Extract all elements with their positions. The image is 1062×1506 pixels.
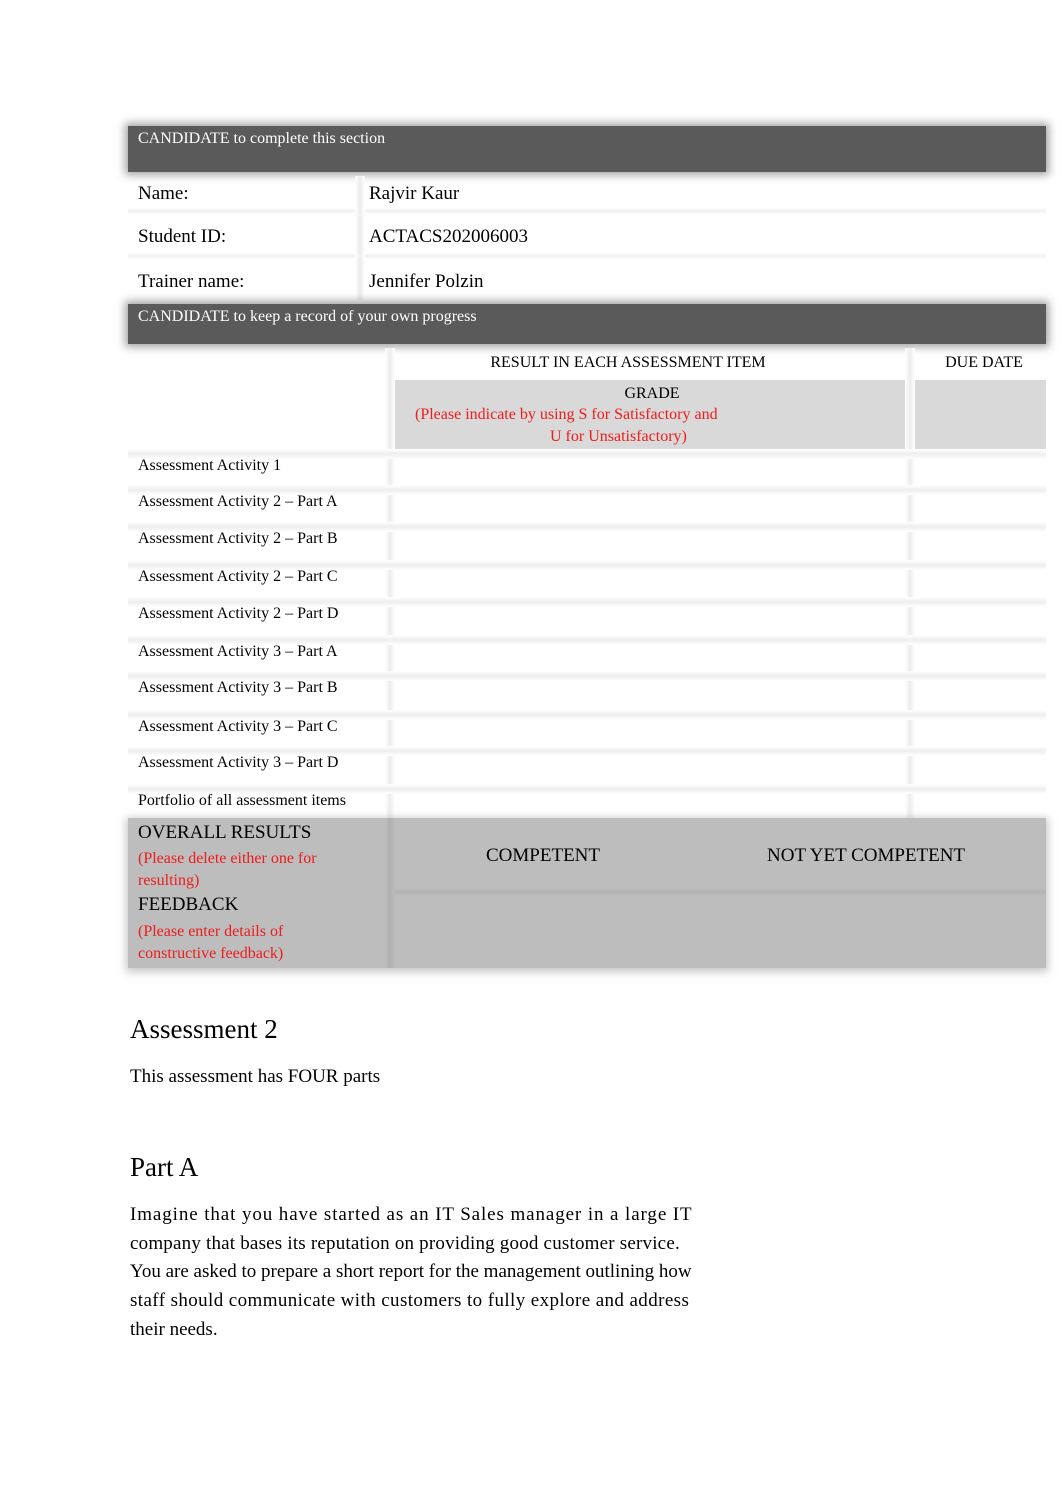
due-date-cell[interactable] <box>920 568 1046 594</box>
result-column-header: RESULT IN EACH ASSESSMENT ITEM <box>490 354 766 371</box>
trainer-name-value[interactable]: Jennifer Polzin <box>369 271 484 293</box>
assessment-title: Assessment 2 <box>130 1014 278 1044</box>
due-date-column-header: DUE DATE <box>945 354 1023 371</box>
overall-note-line-1: (Please delete either one for <box>138 850 317 867</box>
grade-cell[interactable] <box>400 754 900 780</box>
activity-label: Assessment Activity 3 – Part A <box>138 643 338 660</box>
overall-note-line-2: resulting) <box>138 872 200 889</box>
row-divider <box>128 208 1046 214</box>
feedback-note-line-1: (Please enter details of <box>138 923 284 940</box>
activity-label: Assessment Activity 1 <box>138 457 282 474</box>
column-divider <box>355 176 365 300</box>
paragraph-line: company that bases its reputation on pro… <box>130 1232 680 1254</box>
competent-option[interactable]: COMPETENT <box>486 845 600 867</box>
due-date-cell[interactable] <box>920 718 1046 744</box>
grade-cell[interactable] <box>400 792 900 818</box>
paragraph-line: their needs. <box>130 1319 218 1340</box>
name-value[interactable]: Rajvir Kaur <box>369 183 459 205</box>
due-date-cell[interactable] <box>920 530 1046 556</box>
grade-cell[interactable] <box>400 493 900 519</box>
due-date-cell[interactable] <box>920 792 1046 818</box>
activity-label: Assessment Activity 2 – Part A <box>138 493 338 510</box>
overall-results-label: OVERALL RESULTS <box>138 822 312 843</box>
due-date-cell[interactable] <box>920 679 1046 705</box>
grade-label: GRADE <box>624 385 680 402</box>
part-a-description: Imagine that you have started as an IT S… <box>130 1201 788 1345</box>
activity-label: Assessment Activity 2 – Part C <box>138 568 338 585</box>
activity-label: Assessment Activity 2 – Part D <box>138 605 339 622</box>
row-divider <box>128 253 1046 259</box>
field-label: Student ID: <box>138 226 227 247</box>
grade-instruction-line-2: U for Unsatisfactory) <box>550 428 687 445</box>
paragraph-line: staff should communicate with customers … <box>130 1289 690 1311</box>
grade-cell[interactable] <box>400 530 900 556</box>
candidate-section-header: CANDIDATE to complete this section <box>128 126 1046 172</box>
due-date-cell[interactable] <box>920 605 1046 631</box>
grade-cell[interactable] <box>400 718 900 744</box>
feedback-input[interactable] <box>400 900 1040 962</box>
assessment-intro: This assessment has FOUR parts <box>130 1066 381 1087</box>
feedback-label: FEEDBACK <box>138 894 239 915</box>
due-date-cell[interactable] <box>920 643 1046 669</box>
paragraph-line: Imagine that you have started as an IT S… <box>130 1204 693 1225</box>
not-yet-competent-option[interactable]: NOT YET COMPETENT <box>767 845 965 867</box>
grade-cell[interactable] <box>400 643 900 669</box>
activity-label: Assessment Activity 3 – Part B <box>138 679 338 696</box>
grade-cell[interactable] <box>400 605 900 631</box>
due-date-cell[interactable] <box>920 493 1046 519</box>
activity-label: Assessment Activity 3 – Part C <box>138 718 338 735</box>
activity-label: Assessment Activity 3 – Part D <box>138 754 339 771</box>
grade-instruction-line-1: (Please indicate by using S for Satisfac… <box>415 406 718 423</box>
progress-section-header: CANDIDATE to keep a record of your own p… <box>128 304 1046 344</box>
activity-label: Portfolio of all assessment items <box>138 792 346 809</box>
grade-cell[interactable] <box>400 568 900 594</box>
paragraph-line: You are asked to prepare a short report … <box>130 1261 692 1282</box>
field-label: Name: <box>138 183 189 204</box>
part-a-title: Part A <box>130 1152 199 1182</box>
activity-label: Assessment Activity 2 – Part B <box>138 530 338 547</box>
progress-section-title: CANDIDATE to keep a record of your own p… <box>138 308 477 325</box>
candidate-section-title: CANDIDATE to complete this section <box>138 130 386 147</box>
grade-cell[interactable] <box>400 457 900 483</box>
grade-cell[interactable] <box>400 679 900 705</box>
due-date-cell[interactable] <box>920 457 1046 483</box>
due-date-cell[interactable] <box>920 754 1046 780</box>
row-divider <box>394 888 1046 896</box>
field-label: Trainer name: <box>138 271 245 292</box>
student-id-value[interactable]: ACTACS202006003 <box>369 226 528 248</box>
feedback-note-line-2: constructive feedback) <box>138 945 284 962</box>
